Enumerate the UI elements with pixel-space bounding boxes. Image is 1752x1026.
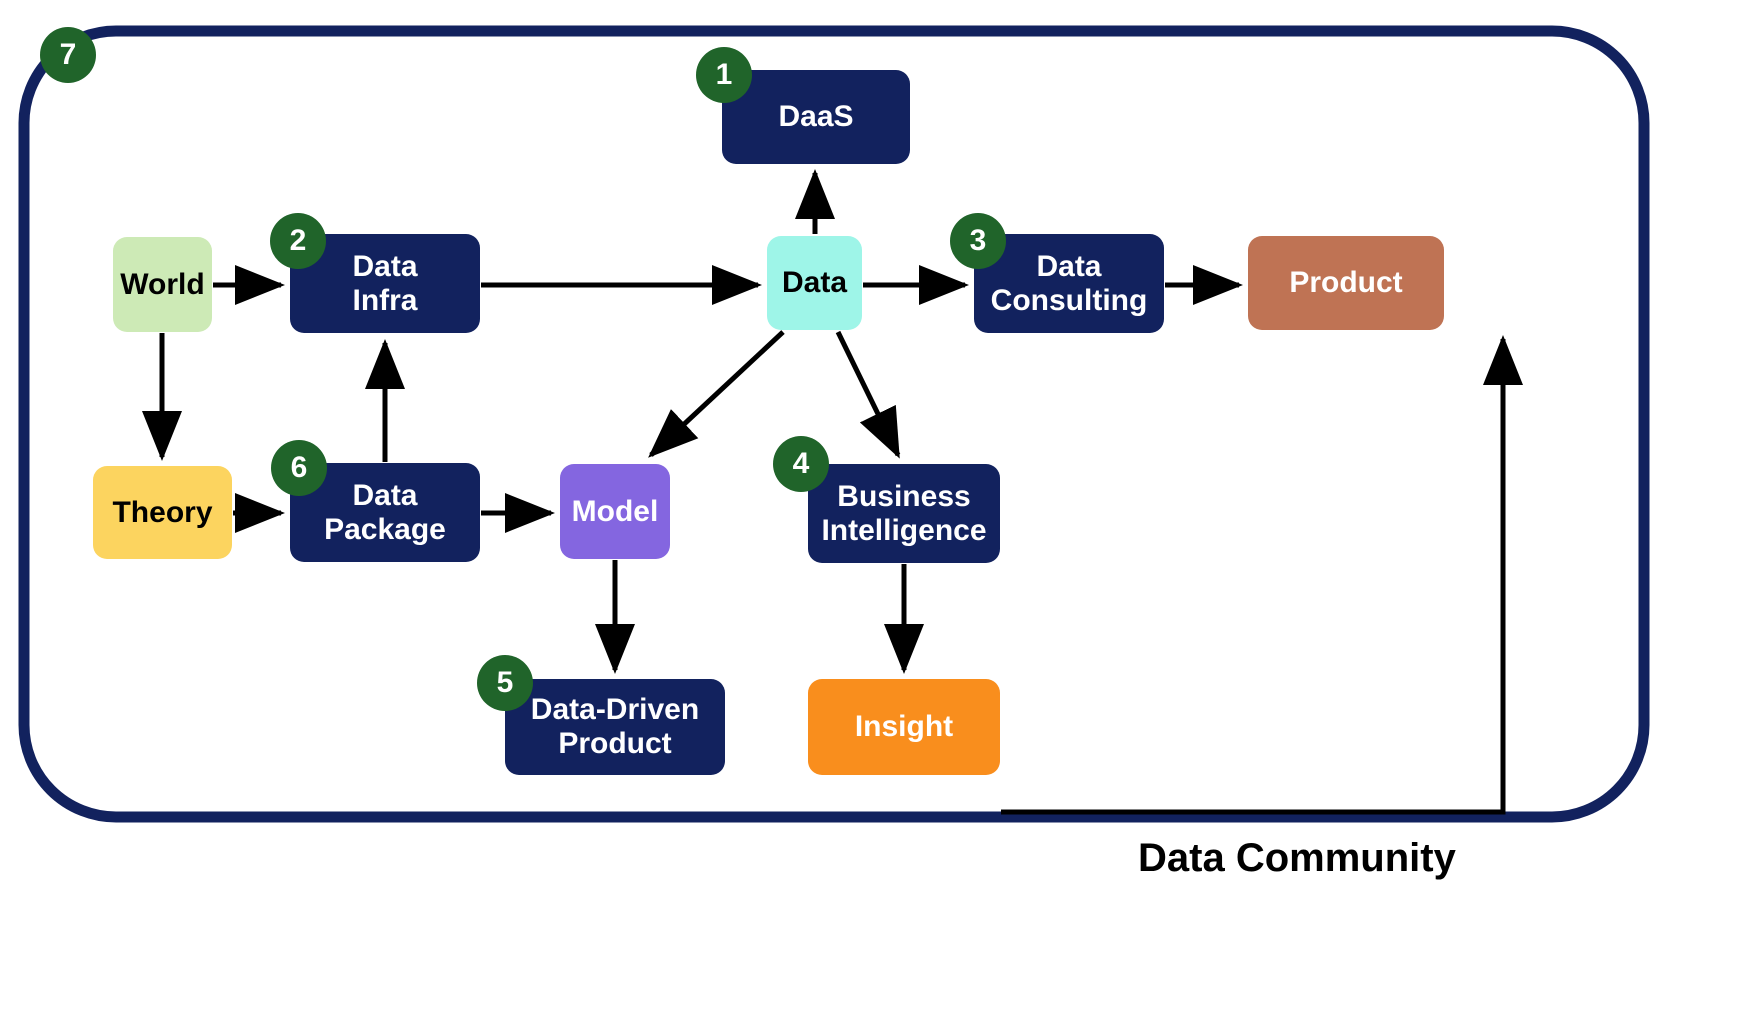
node-theory[interactable]: Theory — [93, 466, 232, 559]
step-badge-2: 2 — [270, 213, 326, 269]
data-community-label: Data Community — [1138, 836, 1456, 880]
diagram-canvas: World Data Infra DaaS Data Data Consulting Pr… — [0, 0, 1752, 1026]
node-bi[interactable]: Business Intelligence — [808, 464, 1000, 563]
node-insight[interactable]: Insight — [808, 679, 1000, 775]
node-ddp[interactable]: Data-Driven Product — [505, 679, 725, 775]
edge-insight-to-product — [1001, 334, 1523, 815]
step-badge-6: 6 — [271, 440, 327, 496]
step-badge-1: 1 — [696, 47, 752, 103]
edge-data-to-model — [648, 330, 785, 458]
node-product[interactable]: Product — [1248, 236, 1444, 330]
node-model[interactable]: Model — [560, 464, 670, 559]
step-badge-3: 3 — [950, 213, 1006, 269]
node-data[interactable]: Data — [767, 236, 862, 330]
node-world[interactable]: World — [113, 237, 212, 332]
step-badge-5: 5 — [477, 655, 533, 711]
edge-data-to-bi — [835, 330, 901, 459]
step-badge-7: 7 — [40, 27, 96, 83]
step-badge-4: 4 — [773, 436, 829, 492]
